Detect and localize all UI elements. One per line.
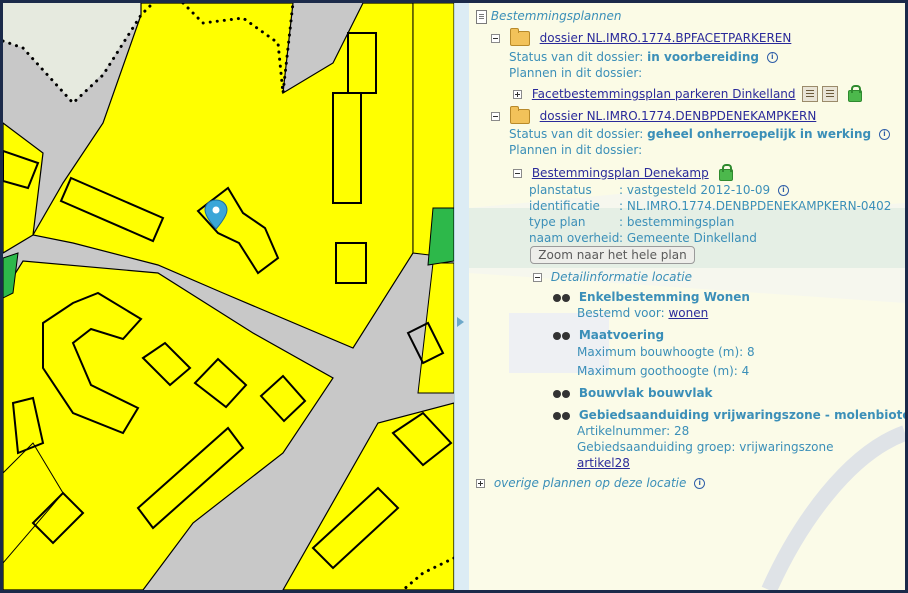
detail-item-title[interactable]: Gebiedsaanduiding vrijwaringszone - mole… [553,408,908,423]
detail-item-line: Gebiedsaanduiding groep: vrijwaringszone [577,440,834,454]
document-icon [476,9,487,24]
plan-detail-row: identificatie : NL.IMRO.1774.DENBPDENEKAM… [529,199,891,214]
detail-item-line: Maximum goothoogte (m): 4 [577,364,750,378]
collapse-arrow-icon[interactable] [457,317,464,327]
book-icon[interactable] [822,86,839,102]
tree-root[interactable]: Bestemmingsplannen [476,9,621,24]
dossier-2-plan[interactable]: Bestemmingsplan Denekamp [513,164,733,181]
detail-line: Bestemd voor: [577,306,669,320]
binoculars-icon[interactable] [553,388,571,399]
detail-item-line: Bestemd voor: wonen [577,306,708,321]
wonen-link[interactable]: wonen [668,306,708,320]
other-plans[interactable]: overige plannen op deze locatie i [476,476,706,491]
collapse-toggle-icon[interactable] [491,34,500,43]
binoculars-icon[interactable] [553,330,571,341]
detail-value: : bestemmingsplan [619,215,735,229]
binoculars-icon[interactable] [553,410,571,421]
detail-item-line: Maximum bouwhoogte (m): 8 [577,345,755,359]
book-icon[interactable] [802,86,819,102]
lock-icon [848,85,863,102]
plan-detail-row: type plan : bestemmingsplan [529,215,734,230]
plan-link[interactable]: Bestemmingsplan Denekamp [532,166,709,180]
detail-key: naam overheid [529,231,620,245]
status-value: geheel onherroepelijk in werking [647,127,872,141]
binoculars-icon[interactable] [553,292,571,303]
detail-item-title[interactable]: Enkelbestemming Wonen [553,290,750,305]
plan-detail-row: naam overheid: Gemeente Dinkelland [529,231,757,246]
collapse-toggle-icon[interactable] [533,273,542,282]
info-icon[interactable]: i [878,129,890,140]
expand-toggle-icon[interactable] [476,479,485,488]
info-panel: Bestemmingsplannen dossier NL.IMRO.1774.… [469,3,905,590]
detail-title: Gebiedsaanduiding vrijwaringszone - mole… [578,408,908,422]
artikel-link[interactable]: artikel28 [577,456,630,470]
tree-root-label: Bestemmingsplannen [490,9,622,23]
detail-title: Bouwvlak bouwvlak [578,386,713,400]
status-label: Status van dit dossier: [509,127,644,141]
dossier-1-plans-label: Plannen in dit dossier: [509,66,643,80]
dossier-1-status: Status van dit dossier: in voorbereiding… [509,50,778,65]
collapse-toggle-icon[interactable] [491,112,500,121]
info-icon[interactable]: i [777,185,789,196]
folder-icon [509,28,530,46]
status-value: in voorbereiding [647,50,759,64]
collapse-toggle-icon[interactable] [513,168,522,178]
detail-key: identificatie [529,199,600,213]
dossier-2-plans-label: Plannen in dit dossier: [509,143,643,157]
dossier-1-link[interactable]: dossier NL.IMRO.1774.BPFACETPARKEREN [540,31,792,45]
dossier-1[interactable]: dossier NL.IMRO.1774.BPFACETPARKEREN [491,28,792,46]
plan-detail-row: planstatus : vastgesteld 2012-10-09 i [529,183,789,198]
detail-key: planstatus [529,183,592,197]
info-icon[interactable]: i [694,478,706,489]
detail-value: : NL.IMRO.1774.DENBPDENEKAMPKERN-0402 [619,199,892,213]
zoom-to-plan-button[interactable]: Zoom naar het hele plan [530,246,695,264]
detail-section-label: Detailinformatie locatie [550,270,692,284]
detail-title: Enkelbestemming Wonen [578,290,750,304]
detail-item-line: Artikelnummer: 28 [577,424,690,438]
folder-icon [509,106,530,124]
dossier-1-plan[interactable]: Facetbestemmingsplan parkeren Dinkelland [513,85,863,102]
detail-key: type plan [529,215,586,229]
expand-toggle-icon[interactable] [513,89,522,99]
detail-section-header[interactable]: Detailinformatie locatie [533,270,692,285]
info-icon[interactable]: i [766,52,778,63]
detail-item-line: artikel28 [577,456,630,471]
panel-splitter[interactable] [454,3,470,590]
other-plans-label: overige plannen op deze locatie [493,476,687,490]
dossier-2[interactable]: dossier NL.IMRO.1774.DENBPDENEKAMPKERN [491,106,817,124]
detail-title: Maatvoering [578,328,665,342]
detail-value: : vastgesteld 2012-10-09 [619,183,771,197]
dossier-2-status: Status van dit dossier: geheel onherroep… [509,127,890,142]
plan-link[interactable]: Facetbestemmingsplan parkeren Dinkelland [532,87,796,101]
detail-value: : Gemeente Dinkelland [619,231,757,245]
lock-icon [718,164,733,181]
app-window: Bestemmingsplannen dossier NL.IMRO.1774.… [0,0,908,593]
status-label: Status van dit dossier: [509,50,644,64]
detail-item-title[interactable]: Maatvoering [553,328,664,343]
detail-item-title[interactable]: Bouwvlak bouwvlak [553,386,713,401]
dossier-2-link[interactable]: dossier NL.IMRO.1774.DENBPDENEKAMPKERN [540,109,817,123]
